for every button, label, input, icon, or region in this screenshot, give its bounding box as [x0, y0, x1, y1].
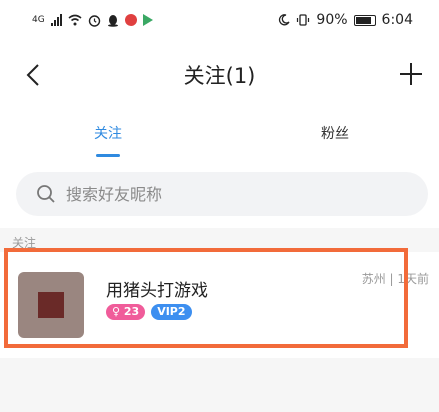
search-icon — [37, 185, 55, 203]
plus-icon — [400, 63, 422, 85]
section-label: 关注 — [12, 236, 37, 250]
tab-active-indicator — [96, 154, 120, 157]
network-label: 4G — [32, 14, 45, 25]
signal-icon — [50, 14, 62, 26]
status-bar: 4G 90% 6:04 — [0, 0, 439, 40]
tab-fans[interactable]: 粉丝 — [305, 120, 365, 160]
tab-following-label: 关注 — [94, 126, 122, 142]
level-badge: ♀ 23 — [106, 304, 146, 320]
username: 用猪头打游戏 — [106, 281, 208, 301]
tab-bar: 关注 粉丝 — [0, 120, 439, 160]
vip-badge: VIP2 — [151, 304, 192, 320]
qq-icon — [107, 14, 119, 27]
tab-fans-label: 粉丝 — [321, 126, 349, 142]
header: 关注(1) — [0, 52, 439, 98]
level-badge-text: 23 — [123, 305, 140, 318]
battery-icon — [353, 14, 376, 26]
status-left: 4G — [32, 14, 153, 27]
avatar[interactable] — [18, 272, 84, 338]
add-button[interactable] — [393, 56, 429, 92]
back-button[interactable] — [16, 58, 50, 92]
page-title: 关注(1) — [183, 64, 256, 88]
status-right: 90% 6:04 — [278, 12, 413, 28]
location-time: 苏州 | 1天前 — [361, 272, 429, 286]
search-bar[interactable] — [16, 172, 428, 216]
chevron-left-icon — [26, 64, 39, 86]
search-input[interactable] — [66, 184, 366, 204]
vibrate-icon — [296, 14, 310, 26]
list-item[interactable]: 用猪头打游戏 ♀ 23 VIP2 苏州 | 1天前 — [0, 252, 439, 358]
clock: 6:04 — [381, 12, 413, 28]
moon-icon — [278, 14, 291, 26]
play-store-icon — [142, 14, 153, 26]
alarm-icon — [88, 14, 101, 27]
notification-red-icon — [124, 14, 137, 26]
badges: ♀ 23 VIP2 — [106, 304, 192, 320]
avatar-image — [38, 292, 64, 318]
wifi-icon — [68, 14, 82, 26]
battery-percent: 90% — [316, 12, 348, 28]
